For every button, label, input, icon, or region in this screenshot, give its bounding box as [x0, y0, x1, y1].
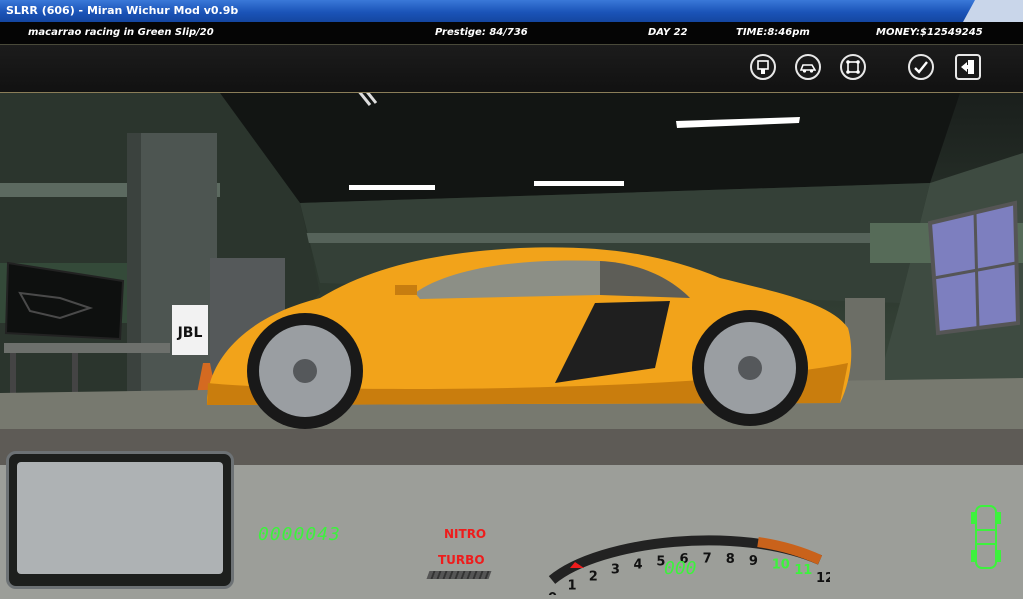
- exit-button[interactable]: [955, 54, 981, 80]
- minimap: [6, 451, 234, 589]
- odometer: 0000043: [258, 524, 341, 545]
- rear-wheel: [692, 310, 808, 426]
- status-bar: macarrao racing in Green Slip/20 Prestig…: [0, 22, 1023, 45]
- check-wrench-icon: [914, 61, 928, 74]
- car-tuning-icon: [846, 60, 860, 74]
- tachometer-tick-label: 4: [634, 558, 643, 573]
- tachometer-tick-label: 3: [611, 563, 620, 578]
- storage-rack: [845, 298, 885, 388]
- money-readout: MONEY:$12549245: [876, 27, 983, 38]
- turbo-gauge-bar: [426, 571, 492, 579]
- tachometer-tick-label: 8: [726, 552, 735, 567]
- tachometer-tick-label: 0: [548, 591, 557, 595]
- check-wrench-button[interactable]: [908, 54, 934, 80]
- nitro-indicator: NITRO: [444, 527, 487, 541]
- speed-readout: 000: [664, 558, 697, 579]
- turbo-indicator: TURBO: [438, 553, 485, 567]
- garage-toolbar: [0, 45, 1023, 93]
- tachometer-tick-label: 2: [589, 569, 598, 584]
- car-damage-icon[interactable]: [969, 502, 1003, 572]
- exit-icon: [961, 60, 974, 74]
- window-title: SLRR (606) - Miran Wichur Mod v0.9b: [6, 4, 239, 17]
- tachometer-tick-label: 11: [794, 563, 812, 578]
- side-mirror: [395, 285, 417, 295]
- car-parts-icon: [800, 64, 816, 73]
- titlebar-corner: [963, 0, 1023, 22]
- day-readout: DAY 22: [648, 27, 688, 38]
- jbl-sign-text: JBL: [177, 325, 203, 341]
- player-location: macarrao racing in Green Slip/20: [28, 27, 214, 38]
- tachometer-tick-label: 9: [749, 554, 758, 569]
- window-titlebar: SLRR (606) - Miran Wichur Mod v0.9b: [0, 0, 1023, 22]
- front-wheel: [247, 313, 363, 429]
- paint-booth-icon: [757, 60, 769, 74]
- ceiling-light: [349, 185, 435, 190]
- car-parts-button[interactable]: [795, 54, 821, 80]
- paint-booth-button[interactable]: [750, 54, 776, 80]
- tachometer-tick-label: 7: [703, 551, 712, 566]
- minimap-screen: [17, 462, 223, 574]
- ceiling-light: [534, 181, 624, 186]
- wall-trim: [300, 233, 900, 243]
- tachometer-tick-label: 10: [772, 558, 790, 573]
- tachometer-tick-label: 12: [816, 571, 830, 586]
- prestige-readout: Prestige: 84/736: [435, 27, 528, 38]
- workbench: [4, 343, 170, 353]
- car-tuning-button[interactable]: [840, 54, 866, 80]
- tachometer-tick-label: 1: [567, 578, 576, 593]
- time-readout: TIME:8:46pm: [736, 27, 810, 38]
